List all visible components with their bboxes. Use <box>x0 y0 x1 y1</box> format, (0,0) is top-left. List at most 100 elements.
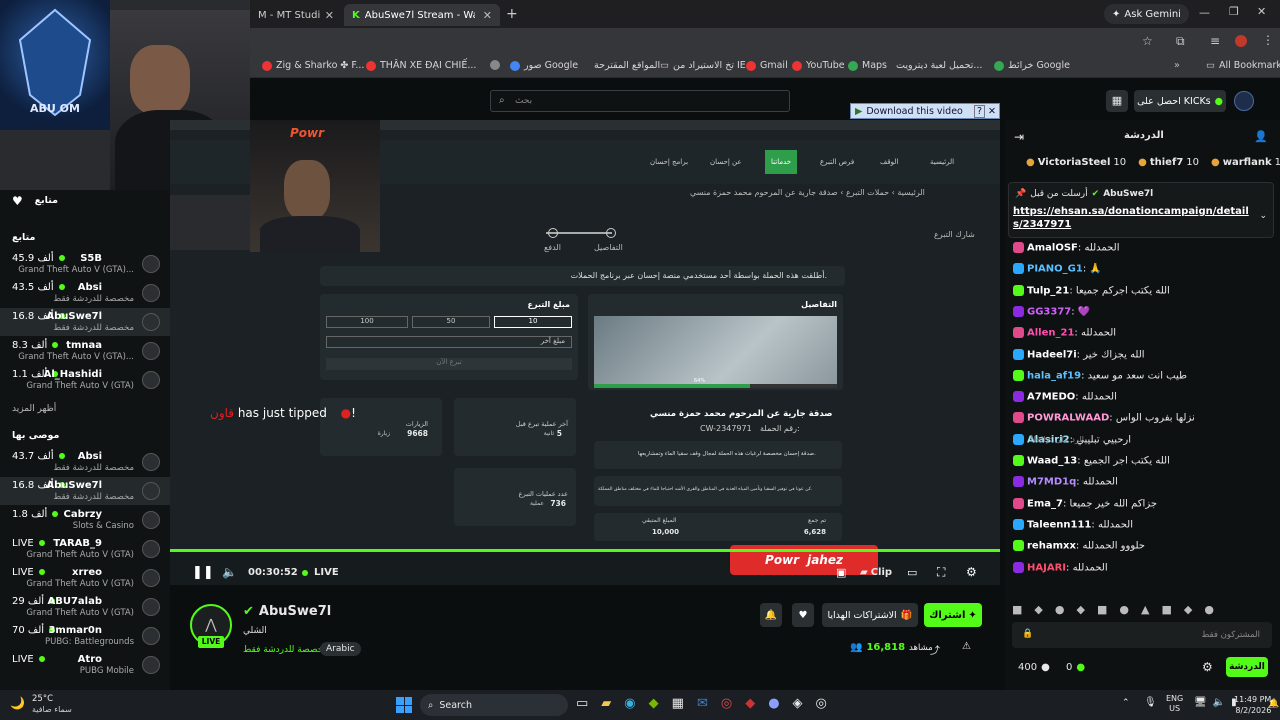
chat-username[interactable]: AmalOSF <box>1027 243 1078 254</box>
sidebar-channel[interactable]: LIVE xrreo Grand Theft Auto V (GTA) <box>0 564 170 592</box>
sidebar-channel[interactable]: 8.3 ألف tmnaa Grand Theft Auto V (GTA)... <box>0 337 170 365</box>
bookmark-item[interactable]: YouTube <box>792 60 845 71</box>
chat-username[interactable]: HAJARI <box>1027 562 1066 573</box>
sidebar-channel[interactable]: 16.8 ألف AbuSwe7l مخصصة للدردشة فقط <box>0 308 170 336</box>
new-tab-button[interactable]: + <box>506 6 518 22</box>
sidebar-channel[interactable]: 16.8 ألف AbuSwe7l مخصصة للدردشة فقط <box>0 477 170 505</box>
subscribe-button[interactable]: اشتراك ✦ <box>924 603 982 627</box>
category-link[interactable]: مخصصة للدردشة فقط <box>243 645 328 655</box>
sidebar-channel[interactable]: 70 ألف 3mmar0n PUBG: Battlegrounds <box>0 622 170 650</box>
windows-start-icon[interactable] <box>396 697 412 713</box>
sidebar-channel[interactable]: LIVE Atro PUBG Mobile <box>0 651 170 679</box>
user-avatar[interactable] <box>1234 91 1254 111</box>
report-icon[interactable]: ⚠ <box>962 641 971 652</box>
points-display[interactable]: 400 ● <box>1018 662 1050 673</box>
download-video-bar[interactable]: ▶ Download this video ? ✕ <box>850 103 1000 119</box>
bookmark-item[interactable]: المواقع المقترحة <box>594 60 660 71</box>
app-icon[interactable]: ◆ <box>745 696 755 711</box>
amount-50[interactable]: 50 <box>412 316 490 328</box>
tray-chevron-icon[interactable]: ⌃ <box>1122 698 1130 708</box>
minimize-button[interactable]: — <box>1199 6 1210 19</box>
star-icon[interactable]: ☆ <box>1142 34 1153 48</box>
channel-name[interactable]: AbuSwe7l <box>259 604 331 619</box>
all-bookmarks-button[interactable]: ▭All Bookmarks <box>1206 60 1280 71</box>
bookmark-item[interactable]: Zig & Sharko ✤ F... <box>262 60 364 71</box>
discord-icon[interactable]: ● <box>768 696 779 711</box>
language-tag[interactable]: Arabic <box>320 642 361 656</box>
bookmark-item[interactable]: Maps <box>848 60 887 71</box>
app-icon[interactable]: ◈ <box>793 696 803 711</box>
pause-icon[interactable]: ❚❚ <box>192 565 214 580</box>
pinned-link[interactable]: https://ehsan.sa/donationcampaign/detail… <box>1013 205 1253 231</box>
kicks-display[interactable]: 0 ● <box>1066 662 1085 673</box>
close-icon[interactable]: ✕ <box>483 9 492 22</box>
chat-username[interactable]: rehamxx <box>1027 541 1076 552</box>
bookmark-item[interactable]: ▭ تخ الاستيراد من IE <box>660 60 746 71</box>
tab-mt-studios[interactable]: M - MT Studios | M ✕ <box>250 4 342 26</box>
chat-username[interactable]: Tulp_21 <box>1027 285 1069 296</box>
sidebar-channel[interactable]: LIVE TARAB_9 Grand Theft Auto V (GTA) <box>0 535 170 563</box>
bookmark-item[interactable]: Gmail <box>746 60 788 71</box>
collapse-chat-icon[interactable]: ⇥ <box>1014 130 1024 144</box>
fullscreen-icon[interactable]: ⛶ <box>937 565 945 580</box>
chat-username[interactable]: Hadeel7i <box>1027 349 1077 360</box>
close-icon[interactable]: ✕ <box>325 9 334 22</box>
send-chat-button[interactable]: الدردشة <box>1226 657 1268 677</box>
chat-username[interactable]: PIANO_G1 <box>1027 264 1083 275</box>
theater-icon[interactable]: ▣ <box>836 566 846 579</box>
clock[interactable]: 11:49 PM 8/2/2026 <box>1234 694 1271 716</box>
notification-bell-button[interactable]: 🔔 <box>760 603 782 627</box>
bookmark-item[interactable]: خرائط Google <box>994 60 1070 71</box>
bookmark-item[interactable]: THÂN XE ĐẠI CHIẾ... <box>366 60 476 71</box>
steam-icon[interactable]: ◎ <box>816 696 827 711</box>
media-icon[interactable]: ≡ <box>1210 34 1220 48</box>
bookmark-item[interactable]: صور Google <box>510 60 578 71</box>
top-gifter[interactable]: ● VictoriaSteel 10 <box>1026 157 1126 168</box>
chat-username[interactable]: GG3377 <box>1027 306 1071 317</box>
follow-heart-button[interactable]: ♥ <box>792 603 814 627</box>
amount-100[interactable]: 100 <box>326 316 408 328</box>
tray-icons[interactable]: 🖥 🔈 ▮ <box>1194 697 1237 708</box>
chevron-down-icon[interactable]: ⌄ <box>1259 211 1267 221</box>
sidebar-channel[interactable]: 29 ألف ABU7alab Grand Theft Auto V (GTA) <box>0 593 170 621</box>
video-progress-bar[interactable] <box>170 549 1000 552</box>
heart-icon[interactable]: ♥ <box>12 194 23 208</box>
sidebar-channel[interactable]: 43.5 ألف Absi مخصصة للدردشة فقط <box>0 279 170 307</box>
outlook-icon[interactable]: ✉ <box>697 696 708 711</box>
get-kicks-button[interactable]: احصل على KICKs ● <box>1134 90 1226 112</box>
bookmark-item[interactable] <box>490 60 500 70</box>
notification-icon[interactable]: 🔔 <box>1268 699 1279 709</box>
sidebar-channel[interactable]: 1.1 ألف Al_Hashidi Grand Theft Auto V (GT… <box>0 366 170 394</box>
chat-username[interactable]: hala_af19 <box>1027 370 1081 381</box>
chat-username[interactable]: M7MD1q <box>1027 477 1076 488</box>
chat-username[interactable]: A7MEDO <box>1027 392 1075 403</box>
top-gifter[interactable]: ●warflank10 <box>1211 157 1280 168</box>
miniplayer-icon[interactable]: ▭ <box>907 566 917 579</box>
chat-input[interactable]: 🔒 المشتركون فقط <box>1012 622 1272 648</box>
sidebar-channel[interactable]: 45.9 ألف S5B Grand Theft Auto V (GTA)... <box>0 250 170 278</box>
sidebar-channel[interactable]: 43.7 ألف Absi مخصصة للدردشة فقط <box>0 448 170 476</box>
tab-kick-stream[interactable]: K AbuSwe7l Stream - Watch L ✕ <box>344 4 500 26</box>
emote-row[interactable]: ■ ◆ ● ◆ ■ ● ▲ ■ ◆ ● <box>1012 600 1274 618</box>
gift-subs-button[interactable]: الاشتراكات الهدايا 🎁 <box>822 603 918 627</box>
bookmark-item[interactable]: تحميل لعبة ديترويت... <box>896 60 982 71</box>
amount-10[interactable]: 10 <box>494 316 572 328</box>
microphone-icon[interactable]: 🎙 <box>1144 697 1157 708</box>
bookmarks-overflow-icon[interactable]: » <box>1174 60 1180 71</box>
maximize-button[interactable]: ❐ <box>1229 5 1239 18</box>
chat-username[interactable]: Ema_7 <box>1027 498 1063 509</box>
close-icon[interactable]: ✕ <box>985 106 999 117</box>
taskbar-search[interactable]: ⌕ Search <box>420 694 568 716</box>
other-amount-input[interactable]: مبلغ آخر <box>326 336 572 348</box>
language-indicator[interactable]: ENG US <box>1166 694 1183 714</box>
chat-username[interactable]: Waad_13 <box>1027 456 1077 467</box>
share-icon[interactable]: ⤴ <box>930 642 940 657</box>
chat-username[interactable]: POWRALWAAD <box>1027 413 1109 424</box>
clip-button[interactable]: ▰ Clip <box>860 567 892 578</box>
task-view-icon[interactable]: ▭ <box>576 696 588 711</box>
store-icon[interactable]: ▦ <box>672 696 684 711</box>
browse-icon[interactable]: ▦ <box>1106 90 1128 112</box>
chat-settings-icon[interactable]: ⚙ <box>1202 660 1213 674</box>
sidebar-channel[interactable]: 1.8 ألف Cabrzy Slots & Casino <box>0 506 170 534</box>
search-input[interactable]: ⌕ بحث <box>490 90 790 112</box>
